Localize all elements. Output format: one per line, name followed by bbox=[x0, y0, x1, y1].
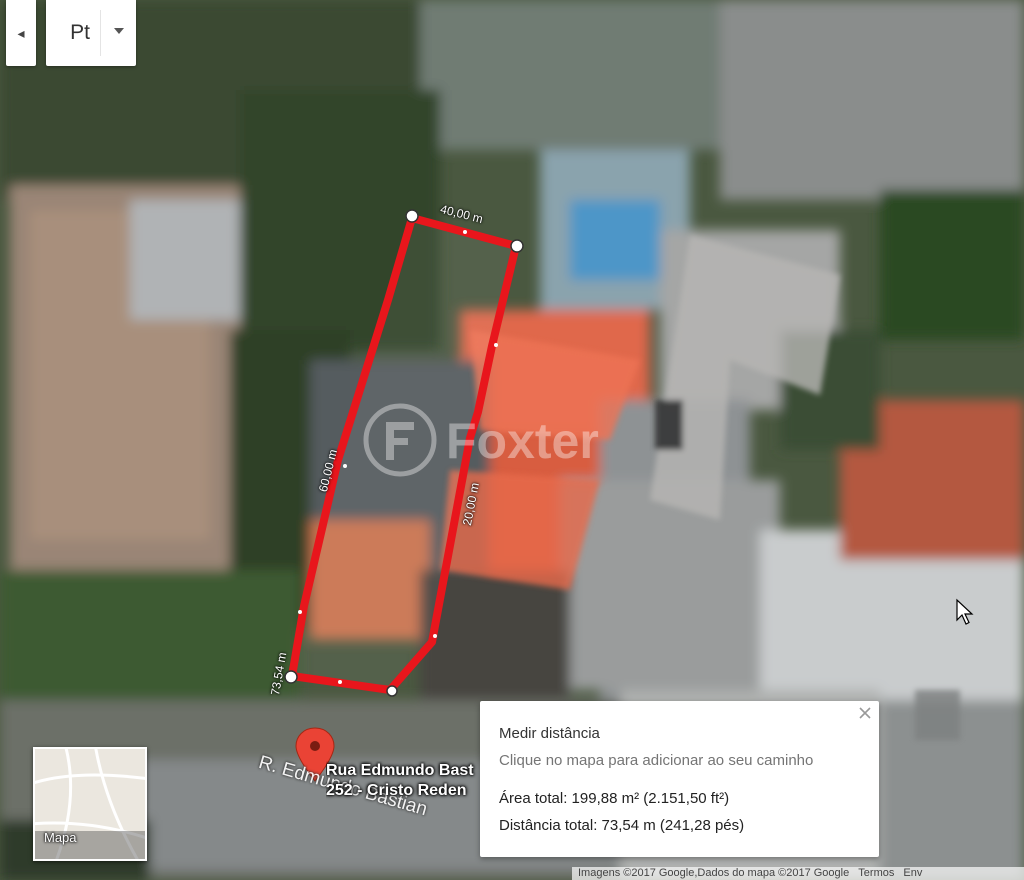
map-layer-label: Mapa bbox=[44, 830, 77, 845]
pin-address-line1: Rua Edmundo Bast bbox=[326, 762, 474, 779]
measure-vertex[interactable] bbox=[284, 670, 298, 684]
measure-total-distance: Distância total: 73,54 m (241,28 pés) bbox=[499, 817, 745, 834]
measure-hint: Clique no mapa para adicionar ao seu cam… bbox=[499, 752, 814, 769]
language-select-label: Pt bbox=[70, 21, 90, 44]
measure-vertex[interactable] bbox=[510, 239, 524, 253]
imagery-attribution: Imagens ©2017 Google,Dados do mapa ©2017… bbox=[578, 867, 850, 879]
close-icon[interactable] bbox=[857, 705, 873, 721]
map-attribution-bar: Imagens ©2017 Google,Dados do mapa ©2017… bbox=[572, 867, 1024, 880]
measure-total-area: Área total: 199,88 m² (2.151,50 ft²) bbox=[499, 790, 730, 807]
chevron-down-icon[interactable] bbox=[114, 28, 124, 34]
measure-vertex[interactable] bbox=[386, 685, 398, 697]
mouse-cursor-icon bbox=[956, 598, 974, 625]
pin-address-label[interactable]: Rua Edmundo Bast 252 - Cristo Reden bbox=[326, 761, 486, 801]
measure-title: Medir distância bbox=[499, 725, 600, 742]
pin-address-line2: 252 - Cristo Reden bbox=[326, 782, 467, 799]
measure-distance-card: Medir distância Clique no mapa para adic… bbox=[480, 701, 879, 857]
foxter-watermark-logo: Foxter bbox=[363, 403, 599, 477]
measure-vertex[interactable] bbox=[405, 209, 419, 223]
svg-text:Foxter: Foxter bbox=[446, 413, 599, 469]
chevron-left-icon: ◂ bbox=[17, 24, 25, 41]
feedback-link[interactable]: Env bbox=[903, 867, 922, 879]
terms-link[interactable]: Termos bbox=[858, 867, 894, 879]
back-button[interactable]: ◂ bbox=[6, 0, 36, 66]
divider bbox=[100, 10, 101, 56]
map-layer-toggle[interactable]: Mapa bbox=[33, 747, 147, 861]
language-select[interactable]: Pt bbox=[46, 0, 136, 66]
